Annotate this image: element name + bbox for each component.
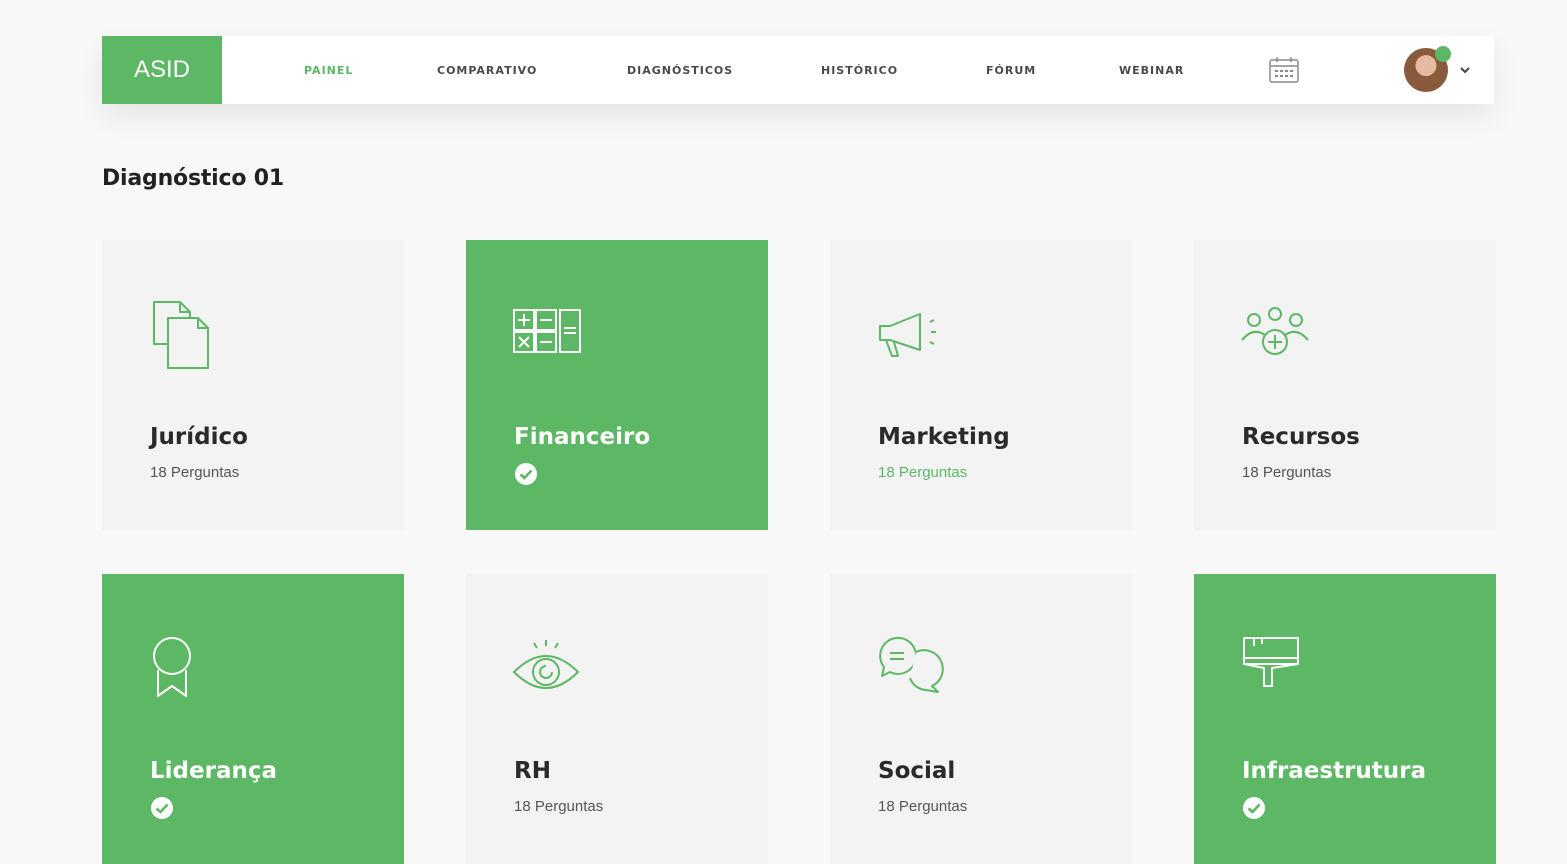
eye-icon	[512, 640, 580, 689]
card-marketing[interactable]: Marketing 18 Perguntas	[830, 240, 1132, 530]
card-financeiro[interactable]: Financeiro	[466, 240, 768, 530]
nav-historico[interactable]: HISTÓRICO	[821, 36, 898, 104]
check-circle-icon	[151, 797, 173, 819]
nav-painel[interactable]: PAINEL	[304, 36, 353, 104]
card-rh[interactable]: RH 18 Perguntas	[466, 574, 768, 864]
megaphone-icon	[879, 313, 936, 357]
card-infraestrutura[interactable]: Infraestrutura	[1194, 574, 1496, 864]
paint-brush-icon	[1243, 637, 1299, 687]
card-subtitle: 18 Perguntas	[150, 464, 240, 481]
team-plus-icon	[1241, 307, 1309, 355]
card-title: Financeiro	[514, 424, 651, 450]
card-title: Marketing	[878, 424, 1010, 450]
card-subtitle: 18 Perguntas	[878, 464, 968, 481]
card-title: Liderança	[150, 758, 277, 784]
calendar-icon[interactable]	[1268, 56, 1300, 84]
card-title: RH	[514, 758, 551, 784]
card-subtitle: 18 Perguntas	[514, 798, 604, 815]
brand-logo[interactable]: ASID	[102, 36, 222, 104]
nav-forum[interactable]: FÓRUM	[986, 36, 1036, 104]
top-navbar: ASID PAINEL COMPARATIVO DIAGNÓSTICOS HIS…	[102, 36, 1494, 104]
brand-logo-text: ASID	[133, 56, 190, 83]
card-juridico[interactable]: Jurídico 18 Perguntas	[102, 240, 404, 530]
online-status-badge	[1435, 46, 1451, 62]
check-circle-icon	[1243, 797, 1265, 819]
card-subtitle: 18 Perguntas	[1242, 464, 1332, 481]
card-lideranca[interactable]: Liderança	[102, 574, 404, 864]
check-circle-icon	[515, 463, 537, 485]
card-title: Recursos	[1242, 424, 1360, 450]
card-social[interactable]: Social 18 Perguntas	[830, 574, 1132, 864]
user-menu[interactable]	[1404, 46, 1480, 94]
nav-webinar[interactable]: WEBINAR	[1119, 36, 1184, 104]
calculator-icon	[513, 309, 581, 353]
user-avatar[interactable]	[1404, 46, 1451, 92]
chevron-down-icon[interactable]	[1458, 63, 1472, 77]
card-title: Jurídico	[150, 424, 248, 450]
page-title: Diagnóstico 01	[102, 166, 284, 191]
card-subtitle: 18 Perguntas	[878, 798, 968, 815]
documents-icon	[153, 301, 209, 369]
card-title: Social	[878, 758, 956, 784]
nav-comparativo[interactable]: COMPARATIVO	[437, 36, 537, 104]
card-title: Infraestrutura	[1242, 758, 1427, 784]
chat-icon	[879, 636, 944, 693]
nav-diagnosticos[interactable]: DIAGNÓSTICOS	[627, 36, 733, 104]
award-icon	[153, 637, 191, 697]
card-recursos[interactable]: Recursos 18 Perguntas	[1194, 240, 1496, 530]
